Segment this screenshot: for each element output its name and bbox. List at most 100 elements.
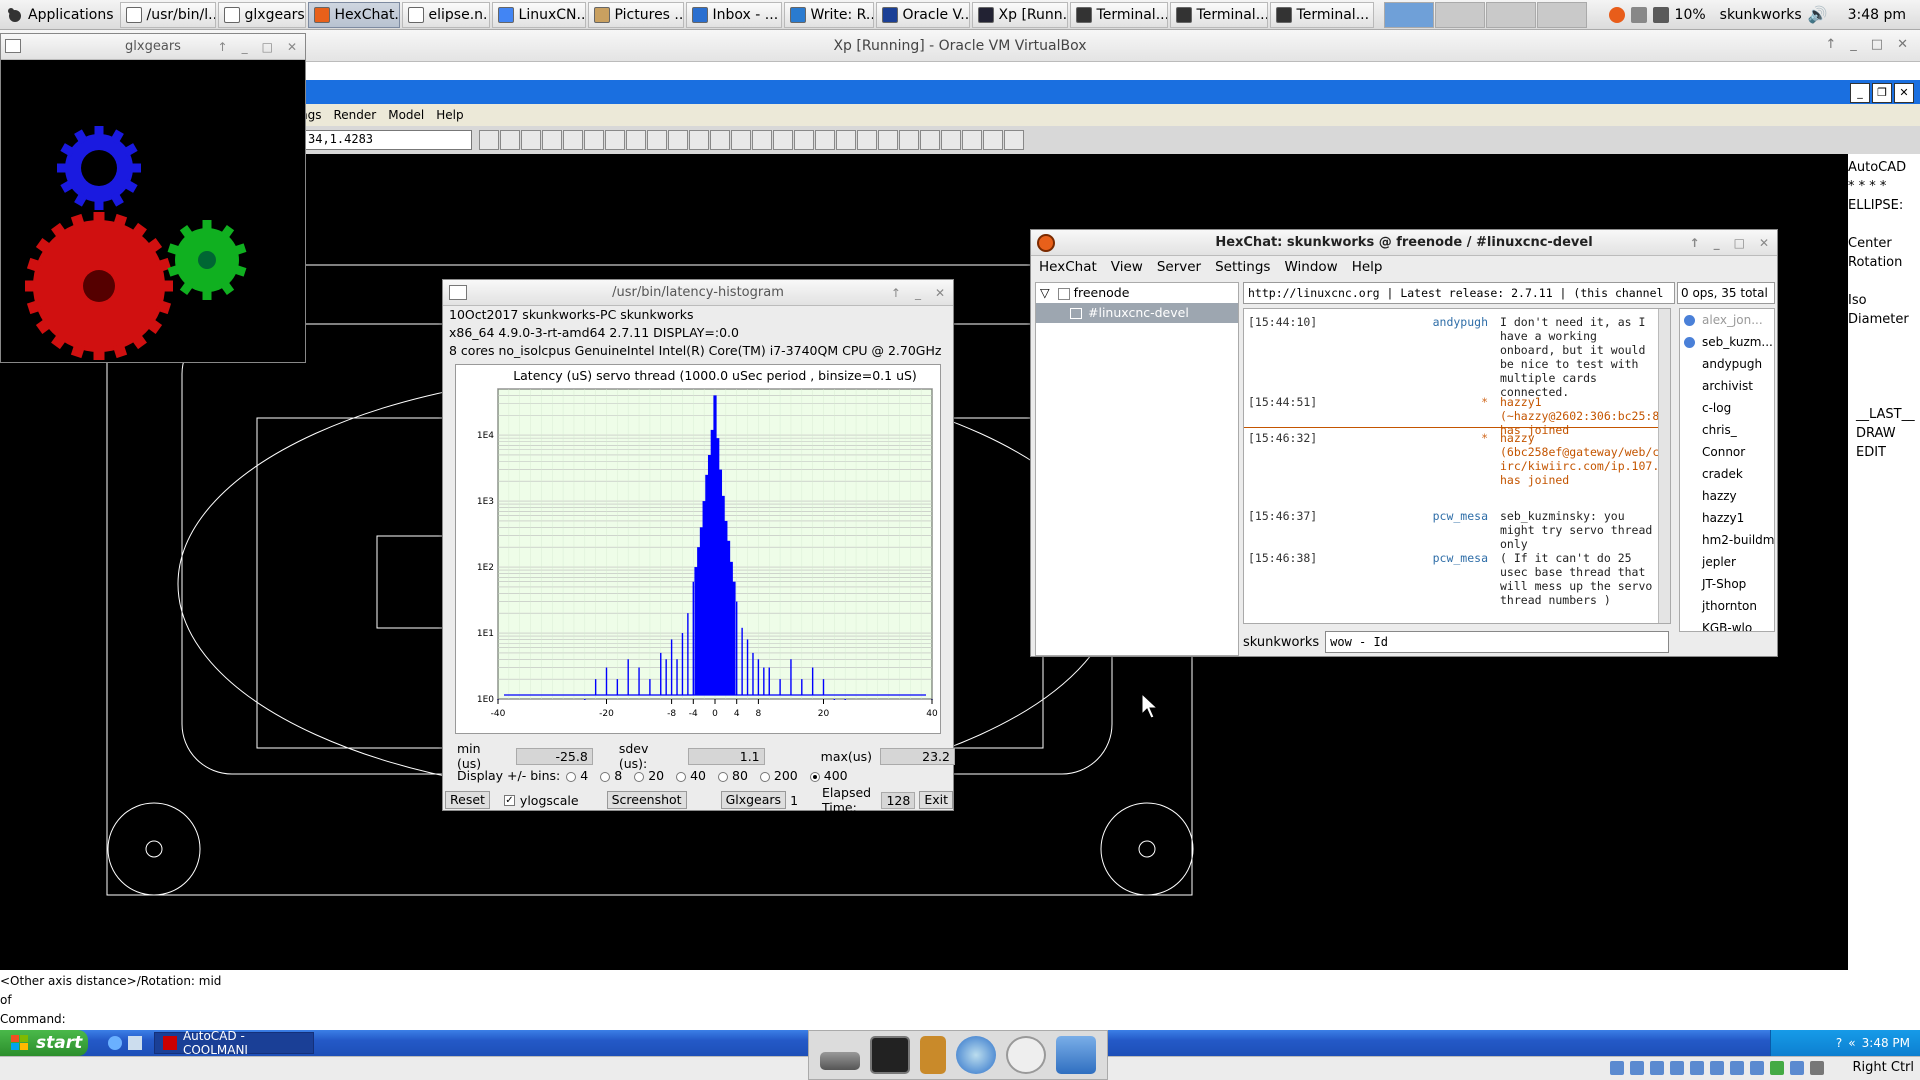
hexchat-tray-icon[interactable] (1608, 6, 1625, 23)
guest-menu-item[interactable]: Render (333, 108, 376, 122)
side-menu-item[interactable]: Rotation (1848, 253, 1920, 272)
toolbar-tool-icon[interactable] (710, 130, 730, 150)
taskbar-task[interactable]: Terminal... (1169, 1, 1268, 28)
side-menu-item[interactable]: Center (1848, 234, 1920, 253)
maximize-icon[interactable]: □ (262, 34, 273, 60)
toolbar-tool-icon[interactable] (731, 130, 751, 150)
user-name[interactable]: skunkworks (1720, 7, 1802, 23)
user-list-item[interactable]: jthornton (1680, 595, 1774, 617)
nick-button[interactable]: skunkworks (1243, 635, 1319, 650)
side-menu-item[interactable]: AutoCAD (1848, 158, 1920, 177)
message-nick[interactable]: pcw_mesa (1398, 551, 1488, 565)
toolbar-tool-icon[interactable] (773, 130, 793, 150)
side-menu-item[interactable] (1848, 367, 1920, 386)
user-list-item[interactable]: JT-Shop (1680, 573, 1774, 595)
toolbar-tool-icon[interactable] (521, 130, 541, 150)
command-area[interactable]: <Other axis distance>/Rotation: mid of Com… (0, 970, 1920, 1030)
tray-chevron-icon[interactable]: « (1848, 1036, 1855, 1050)
user-list-item[interactable]: c-log (1680, 397, 1774, 419)
taskbar-task[interactable]: elipse.n... (401, 1, 490, 28)
audio-status-icon[interactable] (1650, 1061, 1664, 1075)
shared-folders-icon[interactable] (1710, 1061, 1724, 1075)
user-list-item[interactable]: Connor (1680, 441, 1774, 463)
toolbar-tool-icon[interactable] (836, 130, 856, 150)
mouse-integration-icon[interactable] (1790, 1061, 1804, 1075)
taskbar-task[interactable]: Terminal... (1069, 1, 1168, 28)
ie-quicklaunch-icon[interactable] (108, 1036, 122, 1050)
help-tray-icon[interactable]: ? (1836, 1036, 1842, 1050)
side-menu-item[interactable]: __LAST__ (1848, 405, 1920, 424)
hexchat-menu-item[interactable]: Help (1352, 259, 1383, 275)
user-list-item[interactable]: hazzy (1680, 485, 1774, 507)
workspace-2[interactable] (1434, 1, 1485, 28)
exit-button[interactable]: Exit (919, 791, 953, 809)
window-menu-icon[interactable] (5, 39, 21, 53)
side-menu-item[interactable] (1848, 386, 1920, 405)
taskbar-task[interactable]: HexChat... (307, 1, 400, 28)
hexchat-menu-item[interactable]: View (1111, 259, 1143, 275)
toolbar-tool-icon[interactable] (668, 130, 688, 150)
hexchat-menu-item[interactable]: Window (1284, 259, 1337, 275)
toolbar-tool-icon[interactable] (794, 130, 814, 150)
toolbar-tool-icon[interactable] (563, 130, 583, 150)
coordinate-field[interactable]: 34,1.4283 (304, 130, 472, 150)
search-dock-icon[interactable] (1006, 1036, 1046, 1074)
recording-status-icon[interactable] (1750, 1061, 1764, 1075)
toolbar-tool-icon[interactable] (584, 130, 604, 150)
glxgears-titlebar[interactable]: glxgears ↑ _ □ ✕ (1, 34, 305, 60)
side-menu-item[interactable]: ELLIPSE: (1848, 196, 1920, 215)
taskbar-task[interactable]: /usr/bin/l... (119, 1, 216, 28)
vtx-status-icon[interactable] (1770, 1061, 1784, 1075)
server-item[interactable]: ▽ freenode (1036, 283, 1238, 303)
taskbar-task[interactable]: Write: R... (783, 1, 874, 28)
side-menu-item[interactable]: EDIT (1848, 443, 1920, 462)
bins-radio-200[interactable]: 200 (759, 768, 798, 783)
toolbar-tool-icon[interactable] (899, 130, 919, 150)
side-menu-item[interactable]: * * * * (1848, 177, 1920, 196)
side-menu-item[interactable]: DRAW (1848, 424, 1920, 443)
hexchat-titlebar[interactable]: HexChat: skunkworks @ freenode / #linuxc… (1031, 230, 1777, 256)
desktop-quicklaunch-icon[interactable] (128, 1036, 142, 1050)
network-icon[interactable] (1630, 6, 1647, 23)
workspace-4[interactable] (1536, 1, 1587, 28)
reset-button[interactable]: Reset (445, 791, 490, 809)
message-nick[interactable]: * (1398, 431, 1488, 445)
side-menu-item[interactable] (1848, 272, 1920, 291)
guest-menu-item[interactable]: Model (388, 108, 424, 122)
taskbar-task[interactable]: Terminal... (1269, 1, 1374, 28)
bins-radio-40[interactable]: 40 (676, 768, 706, 783)
folder-dock-icon[interactable] (1056, 1036, 1096, 1074)
message-input[interactable]: wow - Id (1325, 631, 1670, 653)
minimize-icon[interactable]: _ (915, 280, 921, 306)
user-list-item[interactable]: seb_kuzm... (1680, 331, 1774, 353)
topic-field[interactable]: http://linuxcnc.org | Latest release: 2.… (1243, 282, 1675, 304)
message-nick[interactable]: * (1398, 395, 1488, 409)
message-nick[interactable]: pcw_mesa (1398, 509, 1488, 523)
glxgears-window[interactable]: glxgears ↑ _ □ ✕ (0, 33, 306, 363)
optical-status-icon[interactable] (1630, 1061, 1644, 1075)
side-menu-item[interactable]: Iso (1848, 291, 1920, 310)
latency-titlebar[interactable]: /usr/bin/latency-histogram ↑ _ ✕ (443, 280, 953, 306)
close-icon[interactable]: ✕ (287, 34, 297, 60)
autocad-side-menu[interactable]: AutoCAD * * * * ELLIPSE: Center Rotation Iso D… (1848, 154, 1920, 970)
user-list-item[interactable]: hm2-buildmaster (1680, 529, 1774, 551)
toolbar-tool-icon[interactable] (605, 130, 625, 150)
guest-restore-icon[interactable]: ❐ (1872, 83, 1892, 103)
applications-menu[interactable]: Applications (0, 0, 120, 30)
terminal-dock-icon[interactable] (870, 1036, 910, 1074)
user-list-item[interactable]: cradek (1680, 463, 1774, 485)
workspace-switcher[interactable] (1383, 1, 1588, 28)
toolbar-tool-icon[interactable] (689, 130, 709, 150)
window-menu-icon[interactable] (449, 285, 467, 300)
bins-radio-20[interactable]: 20 (634, 768, 664, 783)
display-status-icon[interactable] (1730, 1061, 1744, 1075)
toolbar-tool-icon[interactable] (542, 130, 562, 150)
toolbar-tool-icon[interactable] (962, 130, 982, 150)
start-button[interactable]: start (0, 1030, 88, 1056)
shade-icon[interactable]: ↑ (891, 280, 901, 306)
bins-radio-8[interactable]: 8 (600, 768, 622, 783)
restore-icon[interactable]: □ (1871, 30, 1883, 60)
user-list-item[interactable]: andypugh (1680, 353, 1774, 375)
xp-task-autocad[interactable]: AutoCAD - COOLMANI (154, 1029, 314, 1057)
toolbar-tool-icon[interactable] (626, 130, 646, 150)
